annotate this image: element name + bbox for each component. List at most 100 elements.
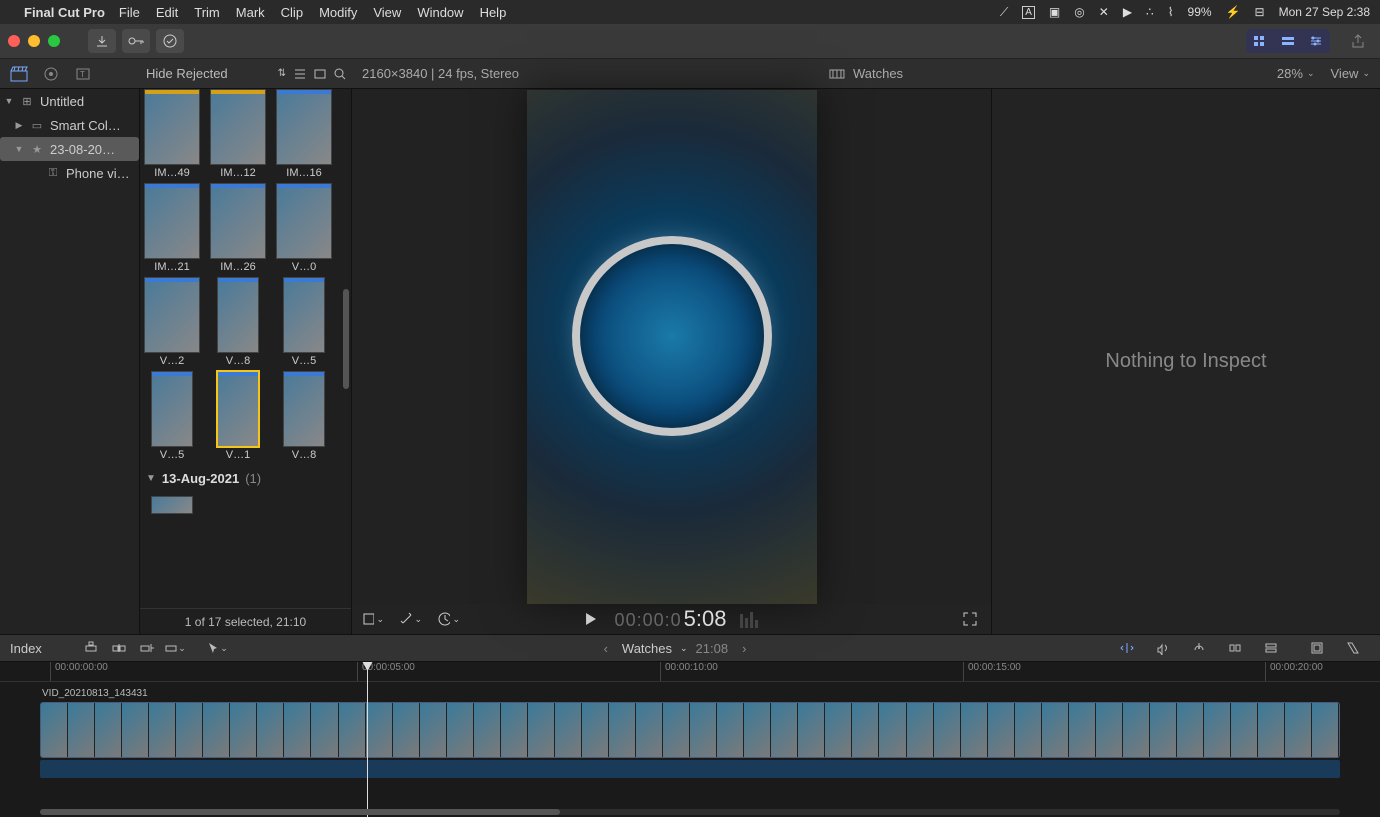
folder-icon: ▭	[30, 118, 44, 132]
clip-thumbnail[interactable]: V…2	[144, 277, 200, 367]
wifi-slash-icon[interactable]: ⟋	[1000, 5, 1008, 20]
library-tab[interactable]	[8, 63, 30, 85]
search-button[interactable]	[334, 68, 346, 80]
mission-control-icon[interactable]: ▣	[1049, 5, 1060, 19]
battery-percent[interactable]: 99%	[1188, 5, 1212, 19]
lanes-button[interactable]	[1260, 637, 1282, 659]
share-button[interactable]	[1344, 29, 1372, 53]
timeline-index-button[interactable]: Index	[10, 641, 80, 656]
window-close[interactable]	[8, 35, 20, 47]
append-button[interactable]	[136, 637, 158, 659]
photos-tab[interactable]	[40, 63, 62, 85]
play-button[interactable]	[579, 608, 601, 630]
connect-button[interactable]	[80, 637, 102, 659]
timeline-ruler[interactable]: 00:00:00:00 00:00:05:00 00:00:10:00 00:0…	[0, 662, 1380, 682]
input-menu-icon[interactable]: A	[1022, 6, 1035, 19]
retime-menu[interactable]: ⌄	[438, 608, 460, 630]
browser-scrollbar[interactable]	[343, 289, 349, 389]
background-tasks-button[interactable]	[156, 29, 184, 53]
wifi-icon[interactable]: ⌇	[1168, 5, 1174, 19]
control-center-icon[interactable]: ⊟	[1255, 5, 1265, 19]
display-icon[interactable]: ∴	[1146, 5, 1154, 19]
menu-clip[interactable]: Clip	[281, 5, 303, 20]
disclosure-triangle-icon[interactable]: ▼	[146, 473, 156, 484]
menu-window[interactable]: Window	[417, 5, 463, 20]
effects-browser-toggle[interactable]	[1306, 637, 1328, 659]
sidebar-item-keyword[interactable]: ⚿ Phone vi…	[0, 161, 139, 185]
enhance-menu[interactable]: ⌄	[400, 608, 422, 630]
sidebar-item-library[interactable]: ▼ ⊞ Untitled	[0, 89, 139, 113]
snapping-toggle[interactable]	[1224, 637, 1246, 659]
timeline-scrollbar[interactable]	[40, 809, 1340, 815]
menu-mark[interactable]: Mark	[236, 5, 265, 20]
clip-thumbnail[interactable]: IM…12	[210, 89, 266, 179]
list-view-button[interactable]	[294, 68, 306, 80]
clip-thumbnail[interactable]: IM…21	[144, 183, 200, 273]
clip-thumbnail[interactable]: IM…26	[210, 183, 266, 273]
window-fullscreen[interactable]	[48, 35, 60, 47]
audio-skimming-toggle[interactable]	[1152, 637, 1174, 659]
menu-trim[interactable]: Trim	[194, 5, 220, 20]
disclosure-triangle-icon[interactable]: ▼	[14, 144, 24, 154]
format-spec: 2160×3840 | 24 fps, Stereo	[362, 66, 519, 81]
playhead[interactable]	[367, 662, 368, 817]
clip-thumbnail[interactable]: IM…49	[144, 89, 200, 179]
transitions-browser-toggle[interactable]	[1342, 637, 1364, 659]
viewer-canvas[interactable]	[352, 89, 991, 604]
clip-thumbnail-selected[interactable]: V…1	[210, 371, 266, 461]
chevron-down-icon[interactable]: ⌄	[680, 643, 688, 654]
timecode-display[interactable]: 00:00:05:08	[615, 606, 727, 632]
titles-tab[interactable]: T	[72, 63, 94, 85]
import-button[interactable]	[88, 29, 116, 53]
clip-thumbnail[interactable]: V…0	[276, 183, 332, 273]
filter-menu[interactable]: Hide Rejected	[146, 66, 270, 81]
overwrite-button[interactable]: ⌄	[164, 637, 186, 659]
app-name[interactable]: Final Cut Pro	[24, 5, 105, 20]
filmstrip-view-button[interactable]	[314, 68, 326, 80]
timeline-toggle[interactable]	[1274, 29, 1302, 53]
timeline-project-name[interactable]: Watches	[622, 641, 672, 656]
clip-label: V…1	[226, 449, 250, 461]
zoom-menu[interactable]: 28% ⌄	[1277, 66, 1315, 81]
timeline-clip[interactable]	[40, 702, 1340, 758]
view-menu[interactable]: View ⌄	[1331, 66, 1371, 81]
airdrop-icon[interactable]: ◎	[1074, 5, 1084, 19]
tools-icon[interactable]: ✕	[1099, 5, 1109, 19]
clip-thumbnail[interactable]: V…5	[276, 277, 332, 367]
menu-modify[interactable]: Modify	[319, 5, 357, 20]
date-group-header[interactable]: ▼ 13-Aug-2021 (1)	[144, 465, 347, 492]
skimming-toggle[interactable]	[1116, 637, 1138, 659]
datetime[interactable]: Mon 27 Sep 2:38	[1279, 5, 1370, 19]
now-playing-icon[interactable]: ▶	[1123, 5, 1132, 19]
clip-thumbnail[interactable]: V…8	[210, 277, 266, 367]
tool-menu[interactable]: ⌄	[206, 637, 228, 659]
insert-button[interactable]	[108, 637, 130, 659]
menu-view[interactable]: View	[373, 5, 401, 20]
menu-edit[interactable]: Edit	[156, 5, 178, 20]
sidebar-item-event[interactable]: ▼ ★ 23-08-20…	[0, 137, 139, 161]
timeline-history-fwd[interactable]: ›	[742, 641, 746, 656]
timeline-clip-audio[interactable]	[40, 760, 1340, 778]
clip-thumbnail[interactable]: IM…16	[276, 89, 332, 179]
timeline-history-back[interactable]: ‹	[604, 641, 608, 656]
inspector-toggle[interactable]	[1302, 29, 1330, 53]
browser-toggle[interactable]	[1246, 29, 1274, 53]
clip-thumbnail[interactable]	[144, 496, 200, 514]
clip-thumbnail[interactable]: V…8	[276, 371, 332, 461]
timeline[interactable]: 00:00:00:00 00:00:05:00 00:00:10:00 00:0…	[0, 662, 1380, 817]
clip-thumbnail[interactable]: V…5	[144, 371, 200, 461]
menu-help[interactable]: Help	[480, 5, 507, 20]
disclosure-triangle-icon[interactable]: ▼	[4, 96, 14, 106]
transform-menu[interactable]: ⌄	[362, 608, 384, 630]
timeline-scroll-thumb[interactable]	[40, 809, 560, 815]
disclosure-triangle-icon[interactable]: ▶	[14, 120, 24, 131]
sidebar-item-smart[interactable]: ▶ ▭ Smart Col…	[0, 113, 139, 137]
battery-icon[interactable]: ⚡	[1226, 5, 1241, 19]
window-minimize[interactable]	[28, 35, 40, 47]
solo-toggle[interactable]	[1188, 637, 1210, 659]
clip-name-label: VID_20210813_143431	[42, 688, 148, 699]
menu-file[interactable]: File	[119, 5, 140, 20]
fullscreen-button[interactable]	[959, 608, 981, 630]
keyword-button[interactable]	[122, 29, 150, 53]
filter-chevron-icon[interactable]: ⇅	[278, 68, 286, 79]
